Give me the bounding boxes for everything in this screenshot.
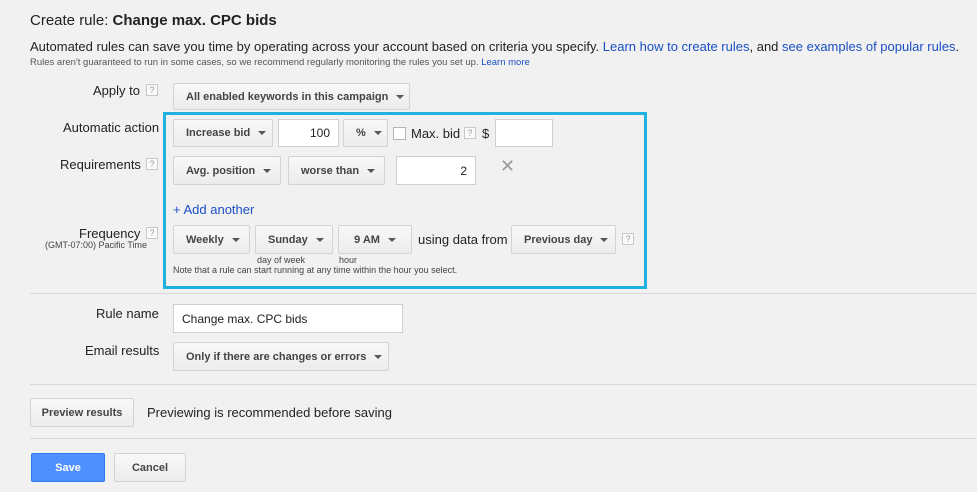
requirements-label: Requirements [60,157,141,172]
rule-title: Change max. CPC bids [112,12,277,29]
requirements-help-icon[interactable]: ? [146,158,158,170]
rule-name-input[interactable]: Change max. CPC bids [173,304,403,333]
apply-to-help-icon[interactable]: ? [146,84,158,96]
cancel-button[interactable]: Cancel [114,453,186,482]
currency-symbol: $ [482,126,490,141]
bid-amount-input[interactable]: 100 [278,119,339,147]
frequency-period-dropdown[interactable]: Weekly [173,225,250,254]
max-bid-label: Max. bid [411,126,461,141]
day-of-week-caption: day of week [257,255,306,265]
learn-create-rules-link[interactable]: Learn how to create rules [603,39,750,54]
chevron-down-icon [258,131,267,135]
requirement-value-input[interactable]: 2 [396,156,476,185]
monitoring-note: Rules aren't guaranteed to run in some c… [30,57,530,68]
max-bid-checkbox[interactable] [393,127,406,140]
chevron-down-icon [374,354,383,359]
email-results-label: Email results [85,343,160,358]
frequency-day-dropdown[interactable]: Sunday [255,225,333,254]
save-button[interactable]: Save [31,453,105,482]
chevron-down-icon [231,237,240,242]
requirement-metric-dropdown[interactable]: Avg. position [173,156,281,185]
chevron-down-icon [600,237,609,242]
frequency-hour-dropdown[interactable]: 9 AM [338,225,412,254]
apply-to-dropdown[interactable]: All enabled keywords in this campaign [173,83,410,110]
chevron-down-icon [387,237,396,242]
learn-more-link[interactable]: Learn more [481,57,530,68]
popular-rules-link[interactable]: see examples of popular rules [782,39,955,54]
frequency-help-icon[interactable]: ? [146,227,158,239]
rule-name-label: Rule name [96,306,159,321]
frequency-note: Note that a rule can start running at an… [173,265,458,275]
requirement-operator-dropdown[interactable]: worse than [288,156,385,185]
section-divider [30,293,977,294]
chevron-down-icon [315,237,324,242]
description: Automated rules can save you time by ope… [30,39,960,54]
action-dropdown[interactable]: Increase bid [173,119,273,147]
add-another-link[interactable]: + Add another [173,202,254,217]
frequency-label: Frequency [79,226,141,241]
email-results-dropdown[interactable]: Only if there are changes or errors [173,342,389,371]
using-data-from-label: using data from [418,232,508,247]
section-divider [30,438,977,439]
apply-to-label: Apply to [93,83,140,98]
preview-results-button[interactable]: Preview results [30,398,134,427]
automatic-action-label: Automatic action [63,120,160,135]
chevron-down-icon [396,94,405,99]
preview-recommendation-text: Previewing is recommended before saving [147,405,392,420]
max-bid-help-icon[interactable]: ? [464,127,476,139]
chevron-down-icon [373,131,382,135]
hour-caption: hour [339,255,358,265]
chevron-down-icon [367,168,376,173]
page-title: Create rule: Change max. CPC bids [30,12,277,29]
timezone-label: (GMT-07:00) Pacific Time [45,240,148,250]
max-bid-input[interactable] [495,119,553,147]
close-icon[interactable]: ✕ [500,157,515,175]
bid-unit-dropdown[interactable]: % [343,119,388,147]
chevron-down-icon [263,168,272,173]
data-range-dropdown[interactable]: Previous day [511,225,616,254]
section-divider [30,384,977,385]
data-range-help-icon[interactable]: ? [622,233,634,245]
